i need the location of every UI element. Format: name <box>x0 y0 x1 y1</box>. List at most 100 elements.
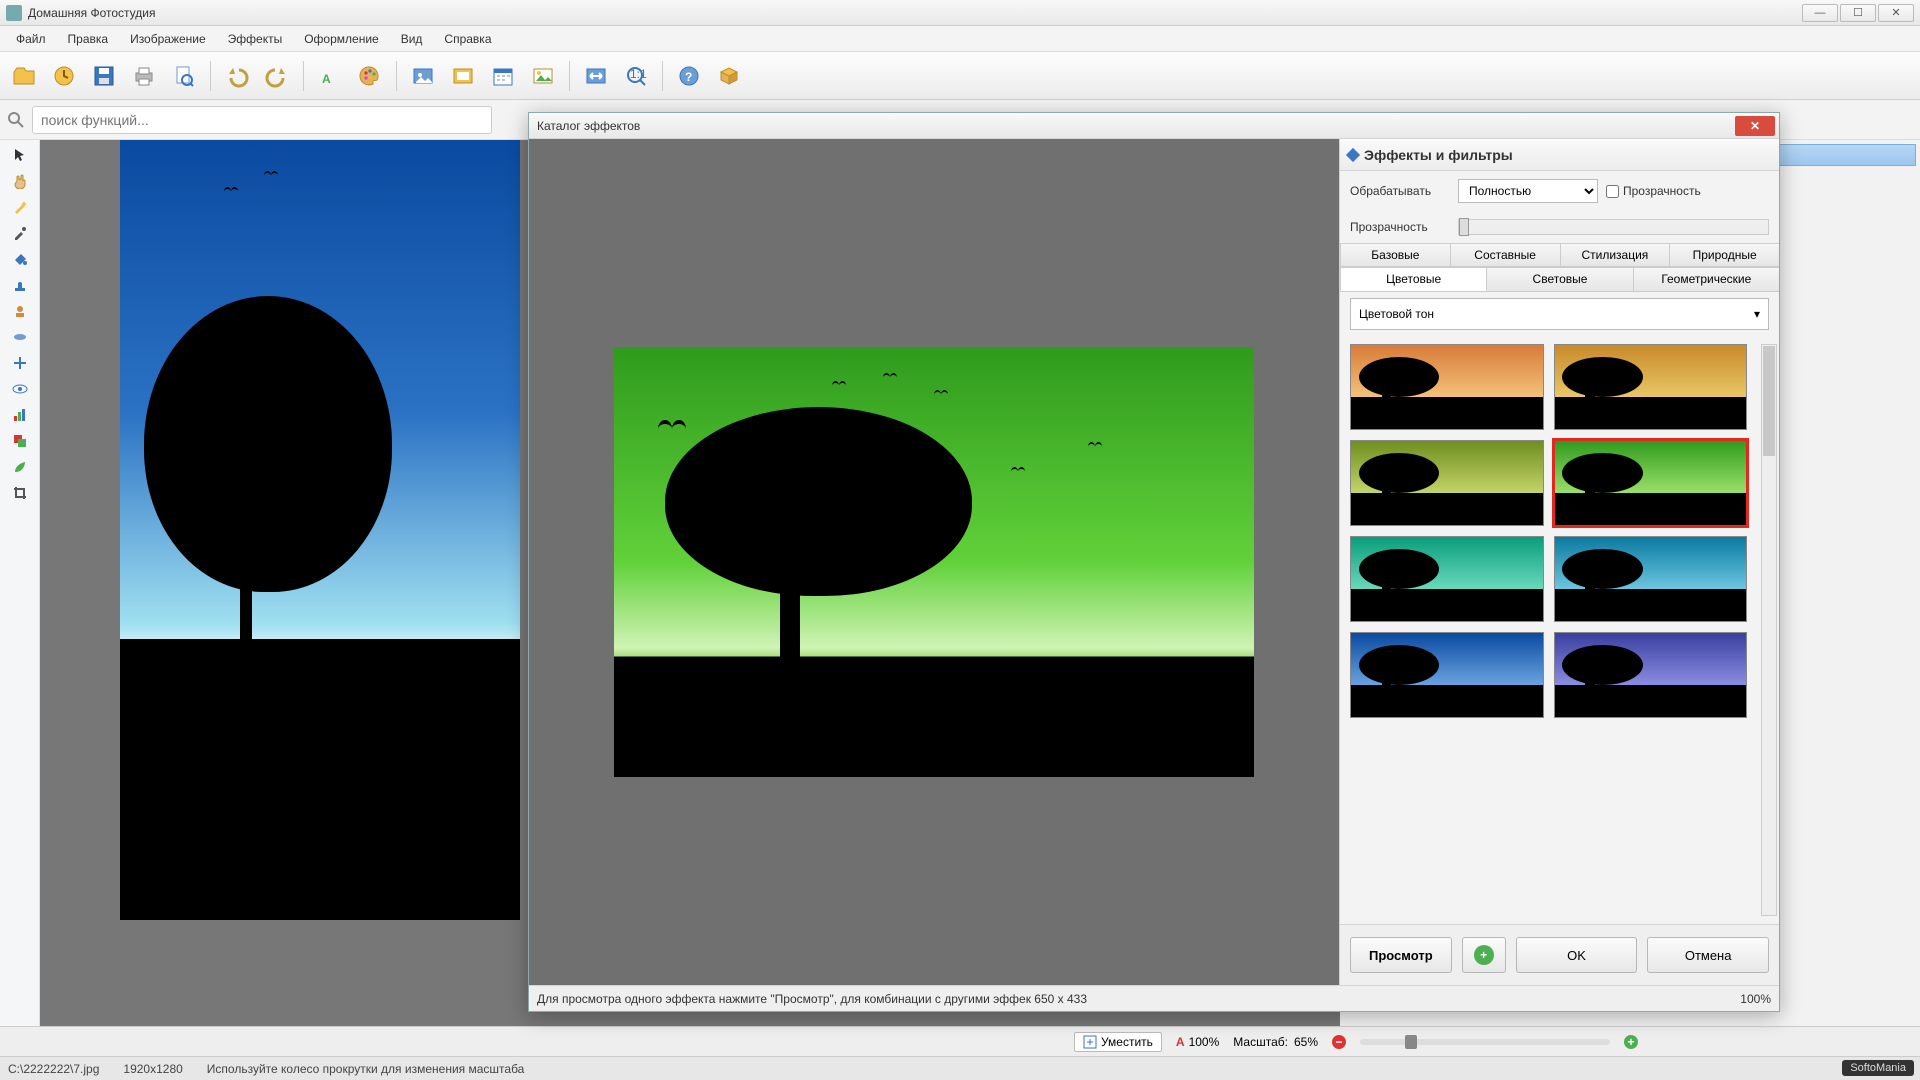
side-header: Эффекты и фильтры <box>1340 139 1779 171</box>
search-icon <box>6 110 26 130</box>
menu-image[interactable]: Изображение <box>120 29 216 49</box>
diamond-icon <box>1346 147 1360 161</box>
scale-row: Уместить A 100% Масштаб: 65% − + <box>0 1026 1920 1056</box>
scroll-hint: Используйте колесо прокрутки для изменен… <box>207 1062 525 1076</box>
print-icon[interactable] <box>126 58 162 94</box>
process-label: Обрабатывать <box>1350 184 1450 198</box>
frame-image-icon[interactable] <box>405 58 441 94</box>
svg-text:A: A <box>322 72 331 86</box>
palette-icon[interactable] <box>352 58 388 94</box>
eye-icon[interactable] <box>7 378 33 400</box>
wand-icon[interactable] <box>7 196 33 218</box>
fit-button[interactable]: Уместить <box>1074 1032 1162 1052</box>
frame-yellow-icon[interactable] <box>445 58 481 94</box>
text-icon[interactable]: A <box>312 58 348 94</box>
picture-icon[interactable] <box>525 58 561 94</box>
file-path: C:\2222222\7.jpg <box>8 1062 99 1076</box>
transparency-slider[interactable] <box>1458 219 1769 235</box>
dialog-statusbar: Для просмотра одного эффекта нажмите "Пр… <box>529 985 1779 1011</box>
dialog-preview-area[interactable] <box>529 139 1339 985</box>
undo-icon[interactable] <box>219 58 255 94</box>
tab-geometric[interactable]: Геометрические <box>1633 267 1779 291</box>
thumbnails-grid <box>1340 336 1757 924</box>
dialog-side-panel: Эффекты и фильтры Обрабатывать Полностью… <box>1339 139 1779 985</box>
minus-zoom-icon[interactable]: − <box>1332 1035 1346 1049</box>
tabs-top: Базовые Составные Стилизация Природные <box>1340 243 1779 267</box>
add-button[interactable]: + <box>1462 937 1506 973</box>
thumbnail[interactable] <box>1350 632 1544 718</box>
effect-dropdown-label: Цветовой тон <box>1359 307 1434 321</box>
menu-help[interactable]: Справка <box>434 29 501 49</box>
thumbnail[interactable] <box>1350 344 1544 430</box>
close-button[interactable]: ✕ <box>1878 4 1914 22</box>
bucket-icon[interactable] <box>7 248 33 270</box>
fit-label: Уместить <box>1101 1035 1153 1049</box>
layers-icon[interactable] <box>7 430 33 452</box>
plus-icon: + <box>1474 945 1494 965</box>
app-icon <box>6 5 22 21</box>
thumbnail[interactable] <box>1554 536 1748 622</box>
zoom-slider[interactable] <box>1360 1039 1610 1045</box>
app-title: Домашняя Фотостудия <box>28 6 155 20</box>
transparency-checkbox[interactable]: Прозрачность <box>1606 184 1706 198</box>
blur-icon[interactable] <box>7 326 33 348</box>
file-dims: 1920x1280 <box>123 1062 182 1076</box>
box-icon[interactable] <box>711 58 747 94</box>
hundred-button[interactable]: A 100% <box>1176 1035 1219 1049</box>
cancel-button[interactable]: Отмена <box>1647 937 1769 973</box>
recent-icon[interactable] <box>46 58 82 94</box>
actual-size-icon[interactable]: 1:1 <box>618 58 654 94</box>
tab-color[interactable]: Цветовые <box>1340 267 1487 291</box>
crop-icon[interactable] <box>7 482 33 504</box>
side-toolstrip <box>0 140 40 1044</box>
menu-file[interactable]: Файл <box>6 29 56 49</box>
stamp-icon[interactable] <box>7 274 33 296</box>
menu-edit[interactable]: Правка <box>58 29 119 49</box>
redo-icon[interactable] <box>259 58 295 94</box>
effect-dropdown[interactable]: Цветовой тон ▾ <box>1350 298 1769 330</box>
sharpen-icon[interactable] <box>7 352 33 374</box>
save-icon[interactable] <box>86 58 122 94</box>
tab-basic[interactable]: Базовые <box>1340 243 1451 266</box>
dialog-title: Каталог эффектов <box>537 119 640 133</box>
menubar: Файл Правка Изображение Эффекты Оформлен… <box>0 26 1920 52</box>
preview-button[interactable]: Просмотр <box>1350 937 1452 973</box>
menu-effects[interactable]: Эффекты <box>218 29 293 49</box>
fit-width-icon[interactable] <box>578 58 614 94</box>
menu-decor[interactable]: Оформление <box>294 29 388 49</box>
process-select[interactable]: Полностью <box>1458 179 1598 203</box>
thumbnails-scrollbar[interactable] <box>1761 344 1777 916</box>
open-icon[interactable] <box>6 58 42 94</box>
eyedropper-icon[interactable] <box>7 222 33 244</box>
levels-icon[interactable] <box>7 404 33 426</box>
titlebar: Домашняя Фотостудия — ☐ ✕ <box>0 0 1920 26</box>
minimize-button[interactable]: — <box>1802 4 1838 22</box>
zoom-doc-icon[interactable] <box>166 58 202 94</box>
tab-light[interactable]: Световые <box>1486 267 1633 291</box>
clone-icon[interactable] <box>7 300 33 322</box>
dialog-buttons: Просмотр + OK Отмена <box>1340 924 1779 985</box>
hundred-label: 100% <box>1189 1035 1220 1049</box>
thumbnail[interactable] <box>1350 536 1544 622</box>
thumbnail[interactable] <box>1554 632 1748 718</box>
thumbnail[interactable] <box>1554 440 1748 526</box>
hand-icon[interactable] <box>7 170 33 192</box>
pointer-icon[interactable] <box>7 144 33 166</box>
search-input[interactable] <box>32 106 492 134</box>
tab-composite[interactable]: Составные <box>1450 243 1561 266</box>
calendar-icon[interactable] <box>485 58 521 94</box>
dialog-close-icon[interactable]: ✕ <box>1735 116 1775 136</box>
dialog-titlebar[interactable]: Каталог эффектов ✕ <box>529 113 1779 139</box>
thumbnail[interactable] <box>1554 344 1748 430</box>
main-toolbar: A 1:1 ? <box>0 52 1920 100</box>
tab-styling[interactable]: Стилизация <box>1560 243 1671 266</box>
tab-natural[interactable]: Природные <box>1669 243 1779 266</box>
menu-view[interactable]: Вид <box>391 29 433 49</box>
plus-zoom-icon[interactable]: + <box>1624 1035 1638 1049</box>
tabs-bottom: Цветовые Световые Геометрические <box>1340 267 1779 292</box>
thumbnail[interactable] <box>1350 440 1544 526</box>
help-icon[interactable]: ? <box>671 58 707 94</box>
leaf-icon[interactable] <box>7 456 33 478</box>
ok-button[interactable]: OK <box>1516 937 1638 973</box>
maximize-button[interactable]: ☐ <box>1840 4 1876 22</box>
